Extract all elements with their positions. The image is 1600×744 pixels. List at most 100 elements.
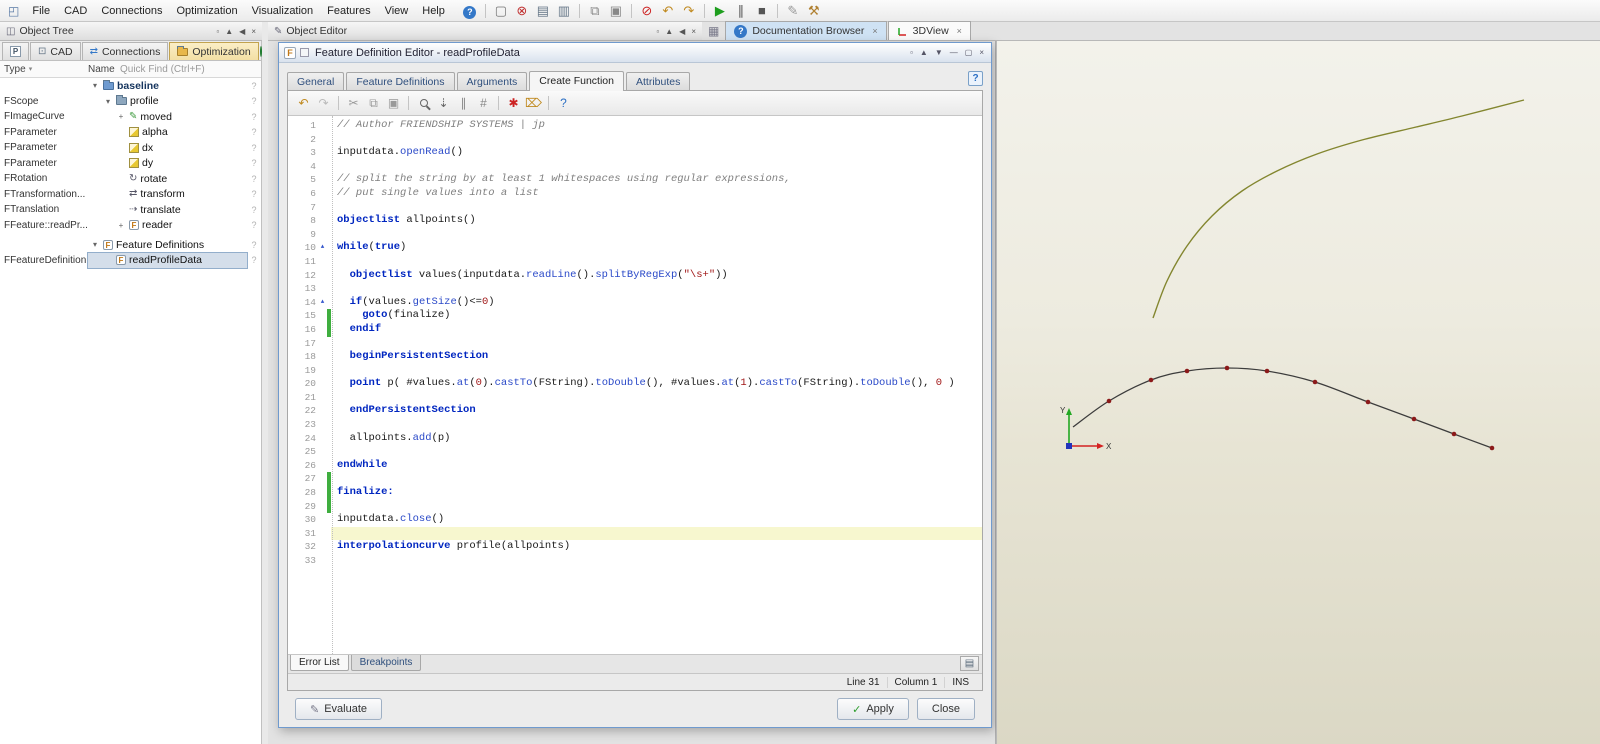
paste-icon[interactable]: ▣: [384, 94, 403, 112]
help-circle-icon[interactable]: ?: [460, 2, 480, 20]
tree-float-icon[interactable]: ▫: [216, 27, 219, 36]
breakpoint-icon[interactable]: ✱: [504, 94, 523, 112]
tab-close-icon[interactable]: ×: [872, 26, 877, 36]
menu-file[interactable]: File: [25, 2, 57, 20]
menu-features[interactable]: Features: [320, 2, 377, 20]
3d-viewport[interactable]: YX: [996, 41, 1600, 744]
menu-visualization[interactable]: Visualization: [245, 2, 321, 20]
undo-icon[interactable]: ↶: [658, 2, 678, 20]
background-curve[interactable]: [1152, 99, 1525, 319]
quick-find-input[interactable]: Quick Find (Ctrl+F): [120, 64, 205, 75]
menu-cad[interactable]: CAD: [57, 2, 94, 20]
row-help-icon[interactable]: ?: [247, 240, 261, 250]
code-line-16[interactable]: 16 endif: [288, 322, 982, 337]
row-help-icon[interactable]: ?: [247, 81, 261, 91]
redo-icon[interactable]: ↷: [679, 2, 699, 20]
curve-point[interactable]: [1365, 399, 1371, 405]
copy-icon[interactable]: ⧉: [585, 2, 605, 20]
tree-dock-icon[interactable]: ◀: [239, 27, 245, 36]
code-line-2[interactable]: 2: [288, 133, 982, 147]
row-help-icon[interactable]: ?: [247, 220, 261, 230]
tab-feature-definitions[interactable]: Feature Definitions: [346, 72, 455, 90]
cut-icon[interactable]: ✂: [344, 94, 363, 112]
code-line-14[interactable]: 14 ▴ if(values.getSize()<=0): [288, 296, 982, 310]
code-line-9[interactable]: 9: [288, 228, 982, 242]
redo-icon[interactable]: ↷: [314, 94, 333, 112]
menu-help[interactable]: Help: [415, 2, 452, 20]
button-apply[interactable]: ✓ Apply: [837, 698, 909, 720]
tree-row-translate[interactable]: FTranslation ⇢ translate?: [0, 202, 261, 218]
code-line-27[interactable]: 27: [288, 472, 982, 487]
expander-icon[interactable]: +: [116, 112, 126, 121]
new-window-icon[interactable]: ▢: [491, 2, 511, 20]
row-help-icon[interactable]: ?: [247, 205, 261, 215]
editor-float-icon[interactable]: ▫: [656, 27, 659, 36]
tree-row-profile[interactable]: FScope ▾ profile?: [0, 94, 261, 110]
code-line-17[interactable]: 17: [288, 337, 982, 351]
panel-toggle-button[interactable]: ▤: [960, 656, 979, 671]
dialog-titlebar[interactable]: F Feature Definition Editor - readProfil…: [279, 43, 991, 63]
button-close[interactable]: Close: [916, 698, 975, 720]
expander-icon[interactable]: ▾: [103, 97, 113, 106]
code-line-32[interactable]: 32 interpolationcurve profile(allpoints): [288, 540, 982, 554]
code-line-10[interactable]: 10 ▴ while(true): [288, 241, 982, 255]
row-help-icon[interactable]: ?: [247, 127, 261, 137]
tab-project[interactable]: P: [2, 42, 29, 60]
code-line-20[interactable]: 20 point p( #values.at(0).castTo(FString…: [288, 377, 982, 391]
dialog-minimize-icon[interactable]: —: [950, 48, 958, 57]
comment-icon[interactable]: #: [474, 94, 493, 112]
tool-icon[interactable]: ⚒: [804, 2, 824, 20]
tree-row-readprofiledata[interactable]: FFeatureDefinition FreadProfileData?: [0, 251, 261, 269]
code-line-1[interactable]: 1 // Author FRIENDSHIP SYSTEMS | jp: [288, 119, 982, 133]
tab-breakpoints[interactable]: Breakpoints: [350, 655, 422, 671]
code-line-31[interactable]: 31: [288, 526, 982, 541]
code-line-8[interactable]: 8 objectlist allpoints(): [288, 214, 982, 228]
code-line-21[interactable]: 21: [288, 391, 982, 405]
save-icon[interactable]: ▤: [533, 2, 553, 20]
row-help-icon[interactable]: ?: [247, 189, 261, 199]
column-type[interactable]: Type ▾: [0, 64, 88, 75]
column-name[interactable]: Name: [88, 64, 120, 75]
tab-close-icon[interactable]: ×: [957, 26, 962, 36]
tab-documentation-browser[interactable]: ? Documentation Browser ×: [725, 21, 887, 40]
code-line-11[interactable]: 11: [288, 255, 982, 269]
dialog-arrow-down-icon[interactable]: ▼: [935, 48, 943, 57]
button-evaluate[interactable]: ✎ Evaluate: [295, 698, 383, 720]
tab-create-function[interactable]: Create Function: [529, 71, 624, 91]
profile-curve[interactable]: [1072, 367, 1493, 449]
tab-attributes[interactable]: Attributes: [626, 72, 691, 90]
curve-point[interactable]: [1106, 398, 1112, 404]
tab-arguments[interactable]: Arguments: [456, 72, 528, 90]
row-help-icon[interactable]: ?: [247, 158, 261, 168]
no-entry-icon[interactable]: ⊘: [637, 2, 657, 20]
menu-connections[interactable]: Connections: [94, 2, 169, 20]
code-line-33[interactable]: 33: [288, 554, 982, 568]
code-line-7[interactable]: 7: [288, 201, 982, 215]
editor-dock-icon[interactable]: ◀: [679, 27, 685, 36]
dialog-dock-icon[interactable]: ▫: [910, 48, 913, 57]
edit-icon[interactable]: ✎: [783, 2, 803, 20]
code-editor[interactable]: 1// Author FRIENDSHIP SYSTEMS | jp 2 3 inpu…: [288, 116, 982, 654]
dialog-maximize-icon[interactable]: ▢: [965, 48, 973, 57]
curve-point[interactable]: [1224, 365, 1230, 371]
code-line-18[interactable]: 18 beginPersistentSection: [288, 350, 982, 364]
tree-row-dy[interactable]: FParameter dy?: [0, 156, 261, 172]
tree-row-dx[interactable]: FParameter dx?: [0, 140, 261, 156]
editor-close-icon[interactable]: ×: [691, 27, 696, 36]
code-line-4[interactable]: 4: [288, 160, 982, 174]
whitespace-icon[interactable]: ∥: [454, 94, 473, 112]
code-line-23[interactable]: 23: [288, 418, 982, 432]
curve-point[interactable]: [1489, 445, 1495, 451]
curve-point[interactable]: [1411, 416, 1417, 422]
code-line-6[interactable]: 6 // put single values into a list: [288, 187, 982, 201]
curve-point[interactable]: [1451, 431, 1457, 437]
code-line-26[interactable]: 26 endwhile: [288, 459, 982, 473]
search-icon[interactable]: [414, 94, 433, 112]
goto-line-icon[interactable]: ⇣: [434, 94, 453, 112]
curve-point[interactable]: [1264, 368, 1270, 374]
tab-3dview[interactable]: 3DView ×: [887, 21, 971, 40]
dialog-close-icon[interactable]: ×: [979, 48, 984, 57]
abort-icon[interactable]: ⊗: [512, 2, 532, 20]
code-line-13[interactable]: 13: [288, 282, 982, 296]
tab-optimization[interactable]: Optimization: [169, 42, 259, 60]
